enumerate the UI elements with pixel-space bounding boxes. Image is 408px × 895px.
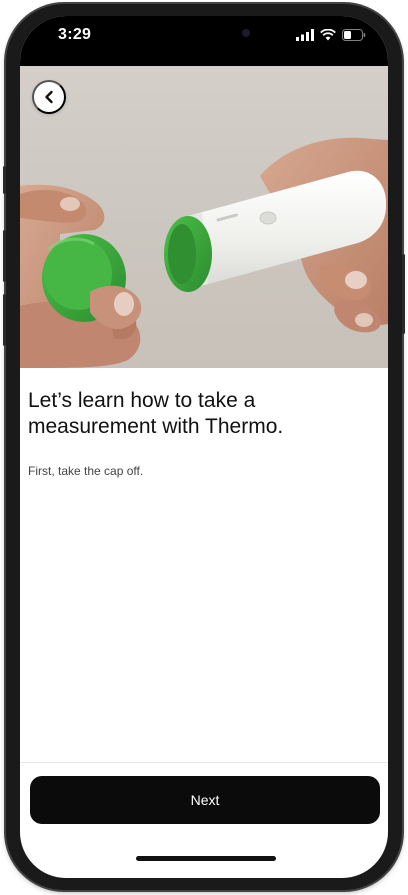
- dynamic-island: [160, 16, 268, 50]
- next-button[interactable]: Next: [30, 776, 380, 824]
- chevron-left-icon: [45, 90, 53, 104]
- back-button[interactable]: [32, 80, 66, 114]
- phone-screen-container: 3:29 Let’s learn how to take a measureme…: [6, 4, 402, 890]
- instruction-text: First, take the cap off.: [28, 464, 144, 478]
- thermometer-cap-illustration: [20, 137, 388, 368]
- phone-screen: 3:29 Let’s learn how to take a measureme…: [20, 16, 388, 878]
- page-title: Let’s learn how to take a measurement wi…: [28, 389, 284, 438]
- home-indicator: [136, 856, 276, 861]
- hero-image: [20, 66, 388, 368]
- status-time: 3:29: [58, 26, 92, 43]
- battery-icon: [342, 29, 366, 41]
- status-bar: 3:29: [20, 16, 388, 66]
- wifi-icon: [320, 29, 336, 41]
- status-icons: [296, 29, 366, 41]
- footer-divider: [20, 762, 388, 763]
- signal-icon: [296, 29, 314, 41]
- power-button: [402, 254, 405, 334]
- front-camera: [242, 29, 250, 37]
